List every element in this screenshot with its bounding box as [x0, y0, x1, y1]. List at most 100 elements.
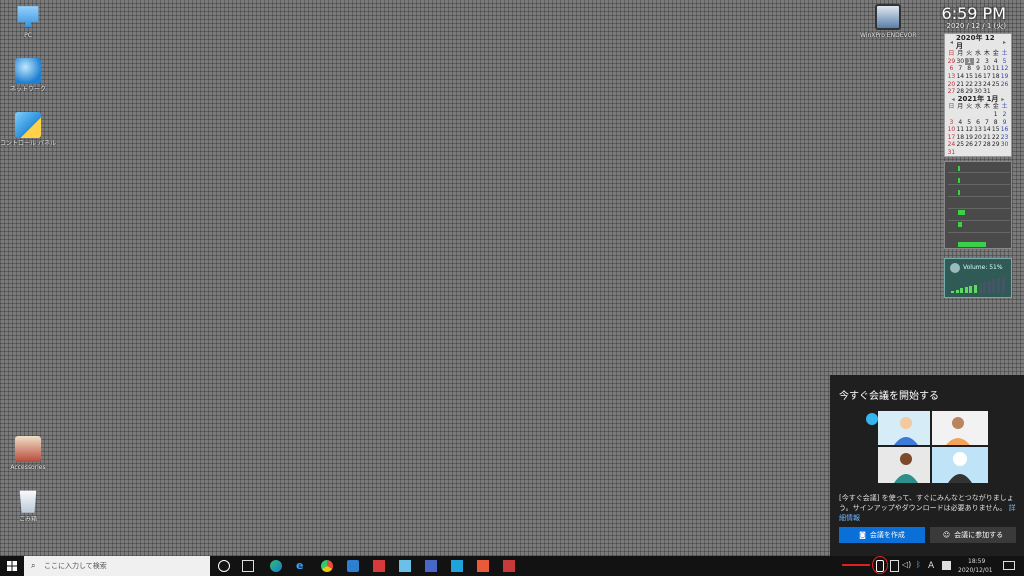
speaker-tray-icon[interactable]: ◁) [902, 560, 914, 572]
task-view-icon[interactable] [242, 560, 254, 572]
calendar-day[interactable]: 17 [982, 73, 991, 81]
calendar-day[interactable]: 13 [947, 73, 956, 81]
join-meeting-button[interactable]: ☺ 会議に参加する [930, 527, 1016, 543]
app-store-icon[interactable] [451, 560, 463, 572]
calendar-day[interactable]: 17 [947, 134, 956, 142]
cortana-icon[interactable] [218, 560, 230, 572]
calendar-day[interactable]: 21 [982, 134, 991, 142]
calendar-day[interactable]: 3 [982, 58, 991, 66]
calendar-day[interactable]: 8 [991, 119, 1000, 127]
prev-month-icon[interactable]: ◂ [950, 39, 953, 47]
next-month-icon[interactable]: ▸ [1003, 39, 1006, 47]
chrome-icon[interactable] [321, 560, 333, 572]
calendar-day[interactable]: 9 [974, 65, 983, 73]
calendar-day[interactable]: 14 [982, 126, 991, 134]
calendar-weekday: 水 [974, 50, 981, 58]
calendar-day[interactable]: 2 [974, 58, 983, 66]
app-files-icon[interactable] [399, 560, 411, 572]
calendar-day[interactable]: 19 [965, 134, 974, 142]
tray-date[interactable]: 2020/12/01 [958, 567, 993, 574]
calendar-day[interactable]: 12 [965, 126, 974, 134]
calendar-day[interactable]: 7 [982, 119, 991, 127]
desktop-icon-monitor[interactable]: WinXPro ENDEVOR64 [860, 4, 916, 40]
desktop-icon-pc[interactable]: PC [0, 4, 56, 40]
tray-time[interactable]: 18:59 [968, 558, 985, 565]
calendar-day[interactable]: 24 [947, 141, 956, 149]
meter-bar [958, 222, 962, 227]
volume-gadget[interactable]: Volume: 51% [944, 258, 1012, 298]
calendar-weekday-row: 日月火水木金土 [947, 103, 1009, 111]
calendar-day[interactable]: 10 [947, 126, 956, 134]
calendar-day[interactable]: 22 [965, 81, 974, 89]
calendar-day[interactable]: 29 [991, 141, 1000, 149]
calendar-day[interactable]: 14 [956, 73, 965, 81]
create-meeting-button[interactable]: ◙ 会議を作成 [839, 527, 925, 543]
calendar-day[interactable]: 7 [956, 65, 965, 73]
desktop-icon-recycle-bin[interactable]: ごみ箱 [0, 488, 56, 524]
calendar-day[interactable]: 1 [991, 111, 1000, 119]
ime-indicator[interactable]: A [928, 561, 934, 571]
calendar-day[interactable]: 30 [1000, 141, 1009, 149]
start-button[interactable] [0, 556, 24, 576]
search-box[interactable]: ⌕ ここに入力して検索 [24, 556, 210, 576]
calendar-day[interactable]: 28 [982, 141, 991, 149]
calendar-gadget[interactable]: ◂ 2020年 12月 ▸ 日月火水木金土 29 30 1 2 3 4 5 6 7 8 9 10 11 12 13 1… [944, 33, 1012, 157]
calendar-day[interactable]: 23 [1000, 134, 1009, 142]
calendar-day[interactable]: 6 [974, 119, 983, 127]
calendar-day[interactable]: 4 [956, 119, 965, 127]
calendar-day[interactable]: 29 [947, 58, 956, 66]
app-red-icon[interactable] [373, 560, 385, 572]
calendar-day[interactable]: 27 [974, 141, 983, 149]
notification-center-icon[interactable] [1003, 561, 1015, 570]
calendar-day[interactable]: 13 [974, 126, 983, 134]
calendar-day[interactable]: 20 [974, 134, 983, 142]
calendar-day[interactable]: 16 [1000, 126, 1009, 134]
calendar-day[interactable]: 11 [956, 126, 965, 134]
calendar-day[interactable]: 20 [947, 81, 956, 89]
ime-mode-icon[interactable] [942, 561, 951, 570]
app-people-icon[interactable] [425, 560, 437, 572]
calendar-day[interactable]: 5 [965, 119, 974, 127]
calendar-day [947, 111, 956, 119]
calendar-weekday: 月 [957, 50, 964, 58]
desktop-icon-accessories[interactable]: Accessories [0, 436, 56, 472]
calendar-day[interactable]: 10 [982, 65, 991, 73]
calendar-day[interactable]: 6 [947, 65, 956, 73]
calendar-day[interactable]: 15 [965, 73, 974, 81]
calendar-day[interactable]: 25 [956, 141, 965, 149]
calendar-day[interactable]: 18 [991, 73, 1000, 81]
calendar-day[interactable]: 22 [991, 134, 1000, 142]
prev-month-icon[interactable]: ◂ [952, 96, 955, 104]
calendar-day[interactable]: 4 [991, 58, 1000, 66]
calendar-day[interactable]: 16 [974, 73, 983, 81]
desktop-icon-network[interactable]: ネットワーク [0, 58, 56, 94]
calendar-day[interactable]: 18 [956, 134, 965, 142]
calendar-day[interactable]: 5 [1000, 58, 1009, 66]
calendar-day[interactable]: 26 [965, 141, 974, 149]
edge-legacy-icon[interactable]: e [296, 559, 308, 572]
calendar-day[interactable]: 24 [982, 81, 991, 89]
calendar-day[interactable]: 12 [1000, 65, 1009, 73]
calendar-day[interactable]: 11 [991, 65, 1000, 73]
calendar-day[interactable]: 31 [947, 149, 956, 157]
calendar-day[interactable]: 1 [964, 57, 974, 66]
calendar-day[interactable]: 25 [991, 81, 1000, 89]
calendar-day[interactable]: 8 [965, 65, 974, 73]
calendar-day[interactable]: 15 [991, 126, 1000, 134]
bluetooth-tray-icon[interactable]: ᛒ [916, 560, 928, 572]
edge-chromium-icon[interactable] [270, 560, 282, 572]
mail-icon[interactable] [347, 560, 359, 572]
calendar-day[interactable]: 21 [956, 81, 965, 89]
calendar-day[interactable]: 2 [1000, 111, 1009, 119]
calendar-day[interactable]: 27 [947, 88, 956, 96]
calendar-day[interactable]: 3 [947, 119, 956, 127]
network-tray-icon[interactable] [890, 560, 899, 572]
calendar-day[interactable]: 23 [974, 81, 983, 89]
calendar-day[interactable]: 9 [1000, 119, 1009, 127]
calendar-day[interactable]: 26 [1000, 81, 1009, 89]
desktop-icon-control-panel[interactable]: コントロール パネル [0, 112, 56, 148]
calendar-day[interactable]: 19 [1000, 73, 1009, 81]
calendar-day[interactable]: 30 [956, 58, 965, 66]
app-news-icon[interactable] [477, 560, 489, 572]
app-clip-icon[interactable] [503, 560, 515, 572]
